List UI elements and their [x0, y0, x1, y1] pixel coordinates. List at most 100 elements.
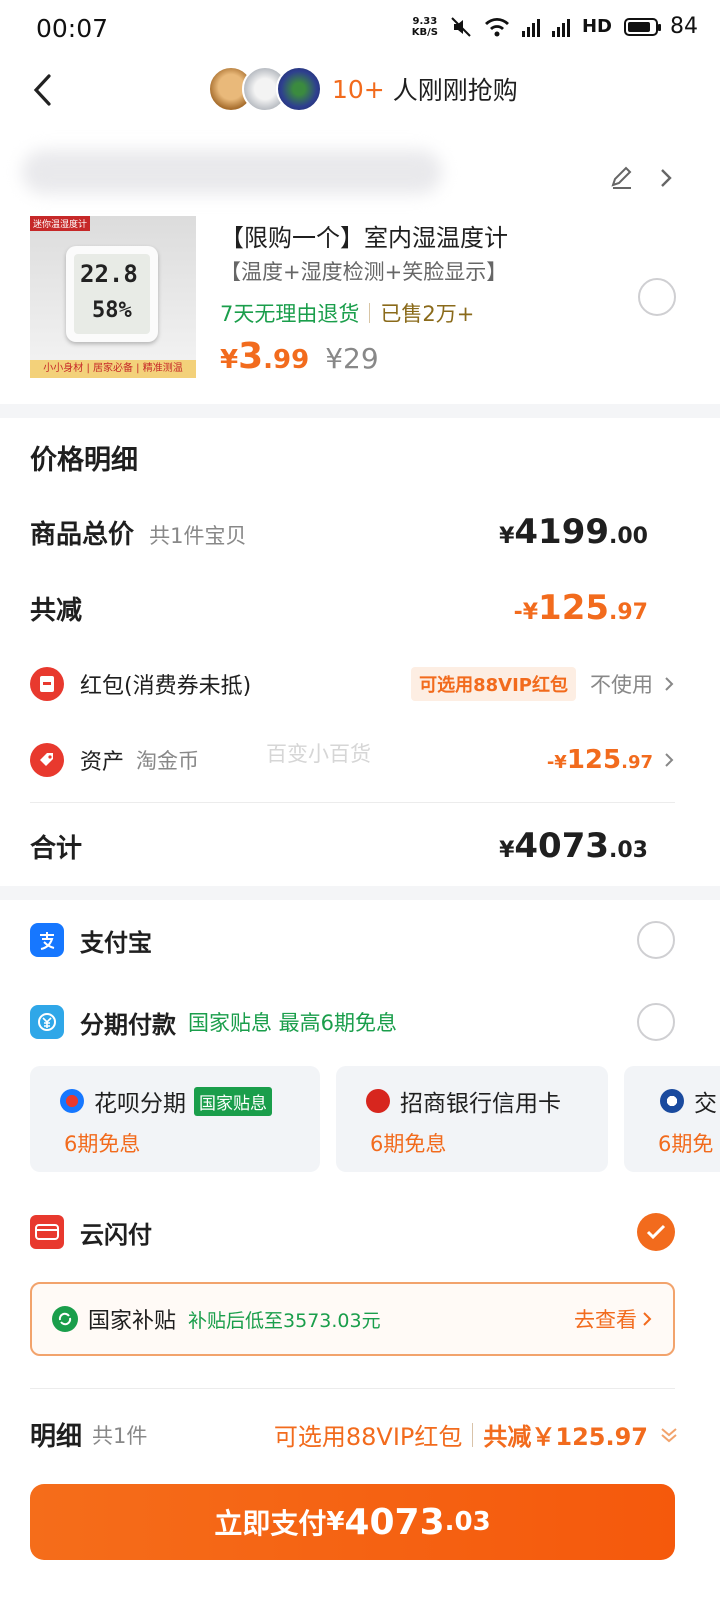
card-term: 6期免息 [64, 1132, 141, 1156]
chevron-left-icon [33, 74, 51, 106]
installment-card-comm[interactable]: 交 6期免 [624, 1066, 720, 1172]
red-packet-row[interactable]: 红包(消费券未抵) 可选用88VIP红包 不使用 [30, 662, 675, 706]
goods-total-amount: ¥4199.00 [499, 512, 648, 552]
thermometer-device: 22.8 58% [66, 246, 158, 342]
pay-now-button[interactable]: 立即支付 ¥ 4073 .03 [30, 1484, 675, 1560]
net-speed: 9.33 KB/S [411, 15, 438, 38]
asset-row[interactable]: 资产 淘金币 -¥125.97 [30, 738, 675, 782]
chevron-right-icon [665, 753, 674, 767]
recent-buyers: 10+ 人刚刚抢购 [208, 64, 518, 114]
installment-promo: 国家贴息 最高6期免息 [188, 1011, 398, 1035]
current-price: ¥3.99 [220, 336, 310, 377]
buyer-count: 10+ [332, 74, 385, 104]
chevron-right-icon [643, 1312, 652, 1326]
check-icon [646, 1224, 666, 1240]
chevron-right-icon [665, 677, 674, 691]
installment-icon [30, 1005, 64, 1039]
red-packet-icon [30, 667, 64, 701]
subsidy-icon [52, 1306, 78, 1332]
installment-option[interactable]: 分期付款 国家贴息 最高6期免息 [30, 1000, 675, 1044]
red-packet-label: 红包(消费券未抵) [80, 674, 252, 699]
unionpay-selected-check[interactable] [637, 1213, 675, 1251]
product-image[interactable]: 迷你温湿度计 22.8 58% 小小身材 | 居家必备 | 精准测温 [30, 216, 196, 378]
card-term: 6期免息 [370, 1132, 447, 1156]
edit-icon[interactable] [608, 164, 636, 192]
asset-tag-icon [30, 743, 64, 777]
asset-amount: -¥125.97 [546, 745, 653, 775]
detail-reduce: 共减￥125.97 [483, 1423, 648, 1451]
divider [30, 802, 675, 803]
price-detail-title: 价格明细 [30, 445, 138, 476]
bank-icon [660, 1089, 684, 1113]
product-tags: 7天无理由退货 已售2万+ [220, 298, 474, 328]
alipay-label: 支付宝 [80, 928, 152, 957]
reduction-label: 共减 [30, 595, 83, 626]
tag-divider [369, 303, 371, 323]
reduction-amount: -¥125.97 [513, 588, 648, 628]
section-divider [0, 404, 720, 418]
thumb-tag: 迷你温湿度计 [30, 216, 91, 231]
detail-count: 共1件 [92, 1423, 148, 1448]
installment-card-huabei[interactable]: 花呗分期 国家贴息 6期免息 [30, 1066, 320, 1172]
unionpay-label: 云闪付 [80, 1220, 152, 1249]
battery-icon [624, 17, 661, 36]
alipay-option[interactable]: 支付宝 [30, 918, 675, 962]
mute-icon [451, 16, 471, 37]
unionpay-icon [30, 1215, 64, 1249]
subsidy-title: 国家补贴 [88, 1309, 177, 1334]
order-detail-row[interactable]: 明细 共1件 可选用88VIP红包 共减￥125.97 [30, 1416, 680, 1453]
product-subtitle: 【温度+湿度检测+笑脸显示】 [220, 260, 508, 284]
chevron-right-icon[interactable] [655, 164, 677, 192]
huabei-icon [60, 1089, 84, 1113]
installment-radio[interactable] [637, 1003, 675, 1041]
avatar [276, 66, 322, 112]
sum-label: 合计 [30, 833, 83, 864]
status-time: 00:07 [36, 14, 109, 43]
detail-vip-text: 可选用88VIP红包 [273, 1423, 463, 1451]
sum-amount: ¥4073.03 [499, 826, 648, 866]
red-packet-status: 不使用 [590, 673, 653, 697]
sum-row: 合计 ¥4073.03 [30, 826, 648, 866]
installment-label: 分期付款 [80, 1010, 176, 1039]
vip-redpacket-badge[interactable]: 可选用88VIP红包 [411, 667, 576, 701]
back-button[interactable] [22, 68, 62, 112]
divider [30, 1388, 675, 1389]
goods-total-count: 共1件宝贝 [149, 523, 247, 548]
signal-1-icon [521, 17, 540, 37]
national-subsidy-box[interactable]: 国家补贴 补贴后低至3573.03元 去查看 [30, 1282, 675, 1356]
card-term: 6期免 [658, 1132, 714, 1156]
unionpay-option[interactable]: 云闪付 [30, 1210, 675, 1254]
detail-label: 明细 [30, 1422, 83, 1452]
goods-total-label: 商品总价 [30, 519, 135, 550]
card-badge: 国家贴息 [194, 1086, 272, 1116]
card-name: 花呗分期 [94, 1091, 186, 1117]
subsidy-desc: 补贴后低至3573.03元 [188, 1309, 381, 1332]
alipay-icon [30, 923, 64, 957]
status-icons: 9.33 KB/S HD 84 [412, 14, 698, 39]
thermometer-screen: 22.8 58% [74, 254, 150, 334]
buyer-text: 人刚刚抢购 [392, 76, 518, 105]
detail-divider [472, 1422, 474, 1447]
wifi-icon [484, 17, 509, 36]
original-price: ¥29 [325, 342, 379, 375]
total-reduction-row: 共减 -¥125.97 [30, 588, 648, 628]
alipay-radio[interactable] [637, 921, 675, 959]
avatar-group [208, 66, 322, 112]
return-tag: 7天无理由退货 [220, 302, 360, 326]
product-select-radio[interactable] [638, 278, 676, 316]
battery-level: 84 [670, 14, 698, 39]
subsidy-view-link[interactable]: 去查看 [574, 1304, 637, 1334]
product-title[interactable]: 【限购一个】室内湿温度计 [220, 218, 508, 253]
thumb-banner: 小小身材 | 居家必备 | 精准测温 [30, 360, 196, 378]
card-name: 交 [694, 1091, 717, 1117]
asset-label: 资产 [80, 750, 125, 775]
signal-2-icon [551, 17, 570, 37]
installment-card-cmb[interactable]: 招商银行信用卡 6期免息 [336, 1066, 608, 1172]
status-bar: 00:07 9.33 KB/S HD 84 [0, 0, 720, 60]
section-divider [0, 886, 720, 900]
address-blurred[interactable] [22, 150, 442, 194]
cmb-bank-icon [366, 1089, 390, 1113]
sold-tag: 已售2万+ [380, 302, 475, 326]
chevron-down-double-icon[interactable] [658, 1424, 680, 1446]
card-name: 招商银行信用卡 [400, 1091, 561, 1117]
